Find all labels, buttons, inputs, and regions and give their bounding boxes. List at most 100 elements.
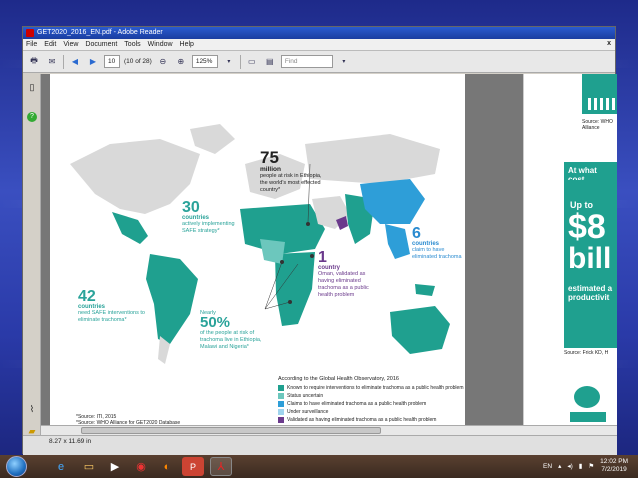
status-bar: 8.27 x 11.69 in bbox=[23, 435, 617, 455]
zoom-dropdown-icon[interactable]: ▾ bbox=[222, 55, 236, 69]
reader-window: GET2020_2016_EN.pdf - Adobe Reader File … bbox=[22, 26, 617, 455]
source-top: Source: WHO Alliance bbox=[582, 119, 613, 131]
file-explorer-icon[interactable]: ▭ bbox=[78, 457, 100, 476]
window-title: GET2020_2016_EN.pdf - Adobe Reader bbox=[37, 29, 163, 36]
powerpoint-icon[interactable]: P bbox=[182, 457, 204, 476]
firefox-icon[interactable]: ◐ bbox=[156, 457, 178, 476]
clock-date: 7/2/2019 bbox=[601, 466, 627, 473]
menu-file[interactable]: File bbox=[26, 41, 37, 48]
australia-shape bbox=[390, 306, 450, 354]
page-size-label: 8.27 x 11.69 in bbox=[49, 438, 92, 445]
zoom-select[interactable]: 125% bbox=[191, 55, 218, 68]
legend-swatch bbox=[278, 400, 284, 407]
stat-30-number: 30 bbox=[182, 199, 200, 216]
fit-width-icon[interactable]: ▤ bbox=[263, 55, 277, 69]
menu-edit[interactable]: Edit bbox=[44, 41, 56, 48]
toolbar-divider bbox=[63, 54, 64, 69]
stat-42-block: 42 countries need SAFE interventions to … bbox=[78, 289, 148, 324]
menu-view[interactable]: View bbox=[63, 41, 78, 48]
legend-label: Validated as having eliminated trachoma … bbox=[287, 417, 437, 423]
system-tray: EN ▴ ◂) ▮ ⚑ 12:02 PM 7/2/2019 bbox=[543, 458, 628, 474]
mexico-shape bbox=[112, 212, 148, 244]
coin-stack-icon bbox=[570, 412, 606, 422]
menu-document[interactable]: Document bbox=[85, 41, 117, 48]
chrome-icon[interactable]: ◉ bbox=[130, 457, 152, 476]
menu-bar: File Edit View Document Tools Window Hel… bbox=[23, 39, 615, 51]
share-icon[interactable]: ✉ bbox=[45, 55, 59, 69]
stat-50-block: Nearly 50% of the people at risk of trac… bbox=[200, 310, 272, 351]
legend-item: Validated as having eliminated trachoma … bbox=[278, 416, 468, 424]
stat-1-block: 1 country Oman, validated as having elim… bbox=[318, 250, 380, 299]
legend-swatch bbox=[278, 384, 284, 391]
stat-42-number: 42 bbox=[78, 288, 96, 305]
papua-shape bbox=[415, 284, 435, 296]
stat-75-unit: million bbox=[260, 166, 281, 173]
coin-icon bbox=[574, 386, 600, 408]
stat-1-text: Oman, validated as having eliminated tra… bbox=[318, 271, 369, 298]
north-america-shape bbox=[70, 139, 200, 214]
previous-page-icon[interactable]: ◀ bbox=[68, 55, 82, 69]
stat-50-number: 50% bbox=[200, 314, 231, 331]
south-america-shape bbox=[146, 254, 198, 344]
navigation-panel: ▯ ? ⌇ ▰ bbox=[23, 74, 41, 443]
menu-window[interactable]: Window bbox=[148, 41, 173, 48]
legend-swatch bbox=[278, 408, 284, 415]
media-player-icon[interactable]: ▶ bbox=[104, 457, 126, 476]
network-icon[interactable]: ▮ bbox=[579, 462, 583, 470]
cost-unit: bill bbox=[568, 242, 612, 275]
source-bottom: Source: Frick KD, H bbox=[564, 350, 609, 356]
stat-6-block: 6 countries claim to have eliminated tra… bbox=[412, 226, 464, 261]
scrollbar-thumb[interactable] bbox=[81, 427, 381, 434]
menu-help[interactable]: Help bbox=[180, 41, 194, 48]
map-legend: According to the Global Health Observato… bbox=[278, 376, 475, 432]
horizontal-scrollbar[interactable] bbox=[41, 425, 617, 435]
clock-time: 12:02 PM bbox=[600, 458, 628, 465]
attachment-icon[interactable]: ⌇ bbox=[27, 404, 37, 414]
people-infographic-icon bbox=[582, 74, 617, 114]
legend-label: Status uncertain bbox=[287, 393, 324, 399]
cost-tail-1: estimated a bbox=[568, 284, 613, 293]
stat-50-text: of the people at risk of trachoma live i… bbox=[200, 330, 262, 350]
toolbar: 🖶 ✉ ◀ ▶ 10 (10 of 28) ⊖ ⊕ 125% ▾ ▭ ▤ Fin… bbox=[23, 51, 615, 73]
adobe-reader-icon bbox=[26, 29, 34, 37]
legend-swatch bbox=[278, 392, 284, 399]
legend-label: Claims to have eliminated trachoma as a … bbox=[287, 401, 427, 407]
language-indicator[interactable]: EN bbox=[543, 463, 552, 470]
stat-6-text: claim to have eliminated trachoma bbox=[412, 247, 462, 260]
page-number-input[interactable]: 10 bbox=[104, 55, 120, 68]
stat-30-text: actively implementing SAFE strategy* bbox=[182, 221, 235, 234]
windows-taskbar: e ▭ ▶ ◉ ◐ P ⅄ EN ▴ ◂) ▮ ⚑ 12:02 PM 7/2/2… bbox=[0, 455, 638, 478]
pdf-page-11: Source: WHO Alliance At what cost Up to … bbox=[523, 74, 617, 443]
bookmark-icon[interactable]: ? bbox=[27, 112, 37, 122]
next-page-icon[interactable]: ▶ bbox=[86, 55, 100, 69]
print-icon[interactable]: 🖶 bbox=[27, 55, 41, 69]
adobe-reader-taskbar-icon[interactable]: ⅄ bbox=[210, 457, 232, 476]
zoom-out-icon[interactable]: ⊖ bbox=[156, 55, 170, 69]
document-viewport[interactable]: 75 million people at risk in Ethiopia, t… bbox=[41, 74, 617, 443]
clock[interactable]: 12:02 PM 7/2/2019 bbox=[600, 458, 628, 474]
trachoma-world-map bbox=[70, 124, 450, 364]
southeast-asia-shape bbox=[385, 224, 410, 259]
legend-item: Status uncertain bbox=[278, 392, 468, 400]
tray-arrow-icon[interactable]: ▴ bbox=[558, 462, 561, 470]
fit-page-icon[interactable]: ▭ bbox=[245, 55, 259, 69]
stat-75-block: 75 million people at risk in Ethiopia, t… bbox=[260, 149, 330, 194]
pdf-page-10: 75 million people at risk in Ethiopia, t… bbox=[50, 74, 475, 431]
toolbar-divider bbox=[239, 54, 241, 69]
stat-6-number: 6 bbox=[412, 225, 421, 242]
find-dropdown-icon[interactable]: ▾ bbox=[337, 55, 351, 69]
legend-title: According to the Global Health Observato… bbox=[278, 376, 399, 382]
menu-tools[interactable]: Tools bbox=[124, 41, 140, 48]
volume-icon[interactable]: ◂) bbox=[567, 462, 572, 470]
greenland-shape bbox=[190, 124, 235, 154]
cost-panel: Up to $8 bill estimated a productivit bbox=[564, 180, 617, 348]
zoom-in-icon[interactable]: ⊕ bbox=[174, 55, 188, 69]
people-figures bbox=[588, 98, 615, 110]
find-input[interactable]: Find bbox=[280, 55, 333, 68]
legend-label: Known to require interventions to elimin… bbox=[287, 385, 464, 391]
pages-icon[interactable]: ▯ bbox=[27, 82, 37, 92]
start-button[interactable] bbox=[6, 456, 27, 477]
close-document-button[interactable]: x bbox=[607, 40, 611, 47]
flag-icon[interactable]: ⚑ bbox=[588, 462, 594, 470]
internet-explorer-icon[interactable]: e bbox=[50, 457, 72, 476]
